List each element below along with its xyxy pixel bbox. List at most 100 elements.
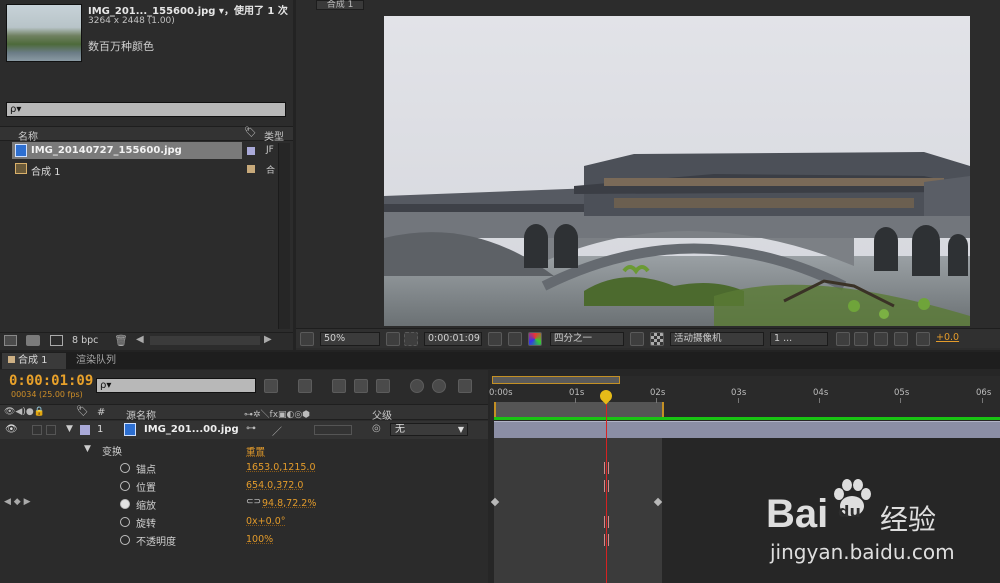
frame-blending-icon[interactable] <box>354 379 368 393</box>
visibility-eye-icon[interactable]: 👁 <box>5 424 18 435</box>
av-switches-icon[interactable]: 👁◀)●🔒 <box>4 407 45 417</box>
scroll-right-icon[interactable]: ▶ <box>264 334 272 345</box>
project-scrollbar[interactable] <box>278 143 290 329</box>
camera-dropdown[interactable]: 活动摄像机 <box>670 332 764 346</box>
parent-dropdown[interactable]: 无 ▼ <box>390 423 468 436</box>
property-row-rotation[interactable]: 旋转 0x+0.0° <box>0 513 488 531</box>
solo-switch[interactable] <box>46 425 56 435</box>
transform-group[interactable]: ▼ 变换 重置 <box>0 441 488 459</box>
zoom-dropdown[interactable]: 50% <box>320 332 380 346</box>
fast-previews-icon[interactable] <box>630 332 644 346</box>
motion-blur-icon[interactable] <box>376 379 390 393</box>
quality-switch-icon[interactable]: ／ <box>272 423 282 438</box>
graph-editor-icon[interactable] <box>458 379 472 393</box>
property-name: 位置 <box>136 483 156 494</box>
stopwatch-active-icon[interactable] <box>120 499 130 509</box>
comp-flowchart-icon[interactable] <box>874 332 888 346</box>
views-dropdown[interactable]: 1 ... <box>770 332 828 346</box>
project-item-comp[interactable]: 合成 1 合 <box>0 160 293 178</box>
exposure-value[interactable]: +0.0 <box>936 332 959 343</box>
property-value[interactable]: 654.0,372.0 <box>246 480 303 491</box>
bridge-photo <box>384 16 970 326</box>
tab-render-queue[interactable]: 渲染队列 <box>76 353 116 369</box>
pick-whip-icon[interactable]: ◎ <box>372 423 381 434</box>
always-preview-icon[interactable] <box>300 332 314 346</box>
grid-toggle-icon[interactable] <box>386 332 400 346</box>
playhead-line[interactable] <box>606 400 607 583</box>
brainstorm-icon[interactable] <box>410 379 424 393</box>
layer-switch-boxes[interactable] <box>314 425 352 435</box>
new-folder-icon[interactable] <box>26 335 40 346</box>
project-panel: IMG_201..._155600.jpg ▾，使用了 1 次 3264 x 2… <box>0 0 293 350</box>
stopwatch-icon[interactable] <box>120 463 130 473</box>
layer-label-color[interactable] <box>80 425 90 435</box>
resolution-dropdown[interactable]: 四分之一 <box>550 332 624 346</box>
column-type[interactable]: 类型 <box>264 128 284 143</box>
viewer-comp-tab[interactable]: 合成 1 <box>316 0 364 10</box>
constrain-proportions-icon[interactable]: ⊂⊃ <box>246 497 261 507</box>
scroll-left-icon[interactable]: ◀ <box>136 334 144 345</box>
column-parent[interactable]: 父级 <box>372 407 392 422</box>
label-color-swatch[interactable] <box>247 165 255 173</box>
show-snapshot-icon[interactable] <box>508 332 522 346</box>
exposure-reset-icon[interactable] <box>916 332 930 346</box>
trash-icon[interactable]: 🗑 <box>114 334 128 347</box>
project-search-input[interactable]: ρ▾ <box>6 102 286 117</box>
auto-keyframe-icon[interactable] <box>432 379 446 393</box>
column-name[interactable]: 名称 <box>18 128 38 143</box>
keyframe-navigator-icon[interactable]: ◀ ◆ ▶ <box>4 497 31 507</box>
horizontal-scrollbar[interactable] <box>150 336 260 345</box>
property-row-position[interactable]: 位置 654.0,372.0 <box>0 477 488 495</box>
layer-duration-bar[interactable] <box>494 421 1000 438</box>
stopwatch-icon[interactable] <box>120 481 130 491</box>
toggle-pixel-aspect-icon[interactable] <box>836 332 850 346</box>
tab-composition[interactable]: 合成 1 <box>2 353 66 369</box>
comp-mini-flowchart-icon[interactable] <box>264 379 278 393</box>
channel-icon[interactable] <box>528 332 542 346</box>
stopwatch-icon[interactable] <box>120 517 130 527</box>
interpret-footage-icon[interactable] <box>4 335 17 346</box>
label-color-swatch[interactable] <box>247 147 255 155</box>
watermark-cn: 经验 <box>880 503 937 536</box>
property-value[interactable]: 100% <box>246 534 273 545</box>
work-area-bar[interactable] <box>494 402 664 418</box>
transparency-grid-icon[interactable] <box>650 332 664 346</box>
shy-switch-icon[interactable]: ⊶ <box>246 423 256 434</box>
property-row-opacity[interactable]: 不透明度 100% <box>0 531 488 549</box>
timecode-field[interactable]: 0:00:01:09 <box>424 332 482 346</box>
column-source-name[interactable]: 源名称 <box>126 407 156 422</box>
property-value[interactable]: 1653.0,1215.0 <box>246 462 316 473</box>
current-time-display[interactable]: 0:00:01:09 <box>9 373 93 389</box>
footage-filename[interactable]: IMG_201..._155600.jpg ▾，使用了 1 次 <box>88 2 288 17</box>
label-tag-icon[interactable]: 🏷 <box>244 127 257 138</box>
property-value[interactable]: 94.8,72.2% <box>262 498 316 509</box>
layer-name[interactable]: IMG_201...00.jpg <box>144 424 239 435</box>
composition-canvas[interactable] <box>384 16 970 326</box>
tab-comp-label: 合成 1 <box>18 355 48 366</box>
transform-reset-link[interactable]: 重置 <box>246 444 265 458</box>
time-navigator[interactable] <box>492 376 620 384</box>
audio-switch[interactable] <box>32 425 42 435</box>
label-tag-icon[interactable]: 🏷 <box>76 406 89 417</box>
property-row-scale[interactable]: ◀ ◆ ▶ 缩放 ⊂⊃ 94.8,72.2% <box>0 495 488 513</box>
stopwatch-icon[interactable] <box>120 535 130 545</box>
snapshot-icon[interactable] <box>488 332 502 346</box>
flowchart-icon[interactable] <box>894 332 908 346</box>
ruler-label: 0:00s <box>489 388 513 398</box>
region-of-interest-icon[interactable] <box>404 332 418 346</box>
expand-triangle-icon[interactable]: ▼ <box>66 424 73 434</box>
timeline-link-icon[interactable] <box>854 332 868 346</box>
layer-row[interactable]: 👁 ▼ 1 IMG_201...00.jpg ⊶ ／ ◎ 无 ▼ <box>0 421 488 439</box>
new-composition-icon[interactable] <box>50 335 63 346</box>
timeline-search-input[interactable]: ρ▾ <box>96 378 256 393</box>
layer-switches-icon[interactable]: ⊶✲＼fx▣◐◎⬢ <box>244 407 310 420</box>
shy-layers-icon[interactable] <box>332 379 346 393</box>
expand-triangle-icon[interactable]: ▼ <box>84 444 91 454</box>
property-row-anchor[interactable]: 锚点 1653.0,1215.0 <box>0 459 488 477</box>
draft-3d-icon[interactable] <box>298 379 312 393</box>
timeline-switches <box>264 379 474 395</box>
project-item-footage[interactable]: IMG_20140727_155600.jpg JF <box>0 142 293 159</box>
property-value[interactable]: 0x+0.0° <box>246 516 285 527</box>
bit-depth-button[interactable]: 8 bpc <box>72 335 98 346</box>
project-item-name: IMG_20140727_155600.jpg <box>31 145 182 156</box>
